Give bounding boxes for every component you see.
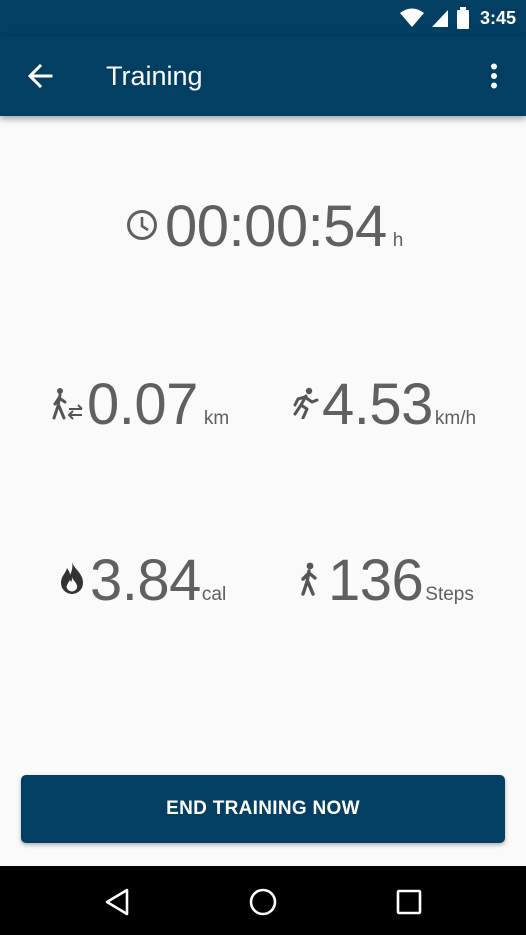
walk-icon [301, 562, 317, 596]
timer-metric: 00:00:54 h [165, 198, 403, 256]
end-training-button[interactable]: END TRAINING NOW [21, 775, 505, 843]
overflow-menu-button[interactable] [480, 58, 508, 94]
arrow-left-icon [27, 63, 53, 89]
steps-value: 136 [328, 548, 424, 613]
signal-icon [431, 10, 448, 27]
steps-metric: 136 Steps [328, 552, 474, 610]
status-icons: 3:45 [399, 6, 516, 30]
battery-icon [456, 7, 469, 29]
app-bar: Training [0, 36, 526, 116]
timer-unit: h [392, 230, 404, 251]
nav-home-icon [249, 888, 277, 916]
distance-value: 0.07 [87, 372, 198, 437]
calories-value: 3.84 [90, 548, 201, 613]
calories-metric: 3.84cal [90, 552, 226, 610]
status-bar: 3:45 [0, 0, 526, 36]
distance-unit: km [203, 408, 230, 429]
speed-metric: 4.53 km/h [322, 376, 476, 434]
timer-value: 00:00:54 [165, 194, 387, 259]
navigation-bar [0, 866, 526, 935]
speed-value: 4.53 [322, 372, 433, 437]
speed-unit: km/h [434, 408, 477, 429]
run-icon [293, 387, 319, 419]
distance-metric: 0.07 km [87, 376, 229, 434]
page-title: Training [106, 61, 203, 91]
nav-recents-button[interactable] [387, 880, 431, 924]
nav-back-icon [105, 888, 129, 916]
nav-back-button[interactable] [95, 880, 139, 924]
clock-icon [127, 210, 157, 240]
back-button[interactable] [22, 58, 58, 94]
steps-unit: Steps [425, 584, 474, 605]
more-vert-icon [491, 63, 497, 89]
calories-unit: cal [201, 584, 227, 605]
walk-distance-icon [52, 388, 83, 420]
wifi-icon [399, 8, 424, 27]
status-time: 3:45 [479, 7, 516, 28]
flame-icon [61, 562, 83, 594]
nav-home-button[interactable] [241, 880, 285, 924]
nav-recents-icon [396, 889, 422, 915]
